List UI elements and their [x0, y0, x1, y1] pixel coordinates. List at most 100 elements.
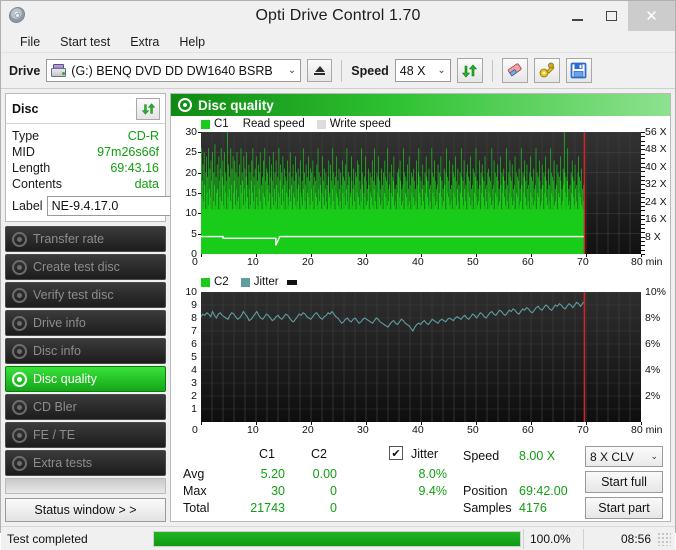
status-window-button[interactable]: Status window > >: [5, 498, 166, 522]
disc-refresh-button[interactable]: [136, 98, 160, 120]
jitter-checkbox[interactable]: ✔: [389, 446, 403, 460]
y2-minor-tick: [641, 162, 645, 164]
start-full-button[interactable]: Start full: [585, 471, 663, 493]
refresh-button[interactable]: [456, 58, 483, 83]
y-tick-label: 10: [185, 286, 197, 298]
disc-info-rows: Type CD-R MID 97m26s66f Length 69:43.16 …: [6, 124, 238, 221]
eject-button[interactable]: [307, 59, 333, 82]
sidebar-nav: Transfer rate Create test disc Verify te…: [5, 226, 166, 476]
sidebar-item-verify-test-disc[interactable]: Verify test disc: [5, 282, 166, 308]
erase-button[interactable]: [501, 58, 528, 83]
menu-item-start-test[interactable]: Start test: [51, 33, 119, 51]
y2-minor-tick: [641, 214, 645, 216]
save-button[interactable]: [565, 58, 592, 83]
y2-minor-tick: [641, 175, 645, 177]
sidebar-item-label: FE / TE: [33, 428, 76, 442]
minimize-button[interactable]: [560, 1, 594, 31]
content-header: Disc quality: [171, 94, 670, 116]
x-tick: [311, 422, 312, 425]
content-header-title: Disc quality: [198, 97, 274, 113]
disc-row-key: MID: [12, 145, 35, 159]
sidebar-item-cd-bler[interactable]: CD Bler: [5, 394, 166, 420]
sidebar-item-label: Verify test disc: [33, 288, 114, 302]
eject-icon: [314, 66, 325, 72]
menu-item-extra[interactable]: Extra: [121, 33, 168, 51]
start-part-button[interactable]: Start part: [585, 497, 663, 519]
tools-icon: [539, 62, 555, 78]
disc-info-header: Disc: [6, 94, 165, 124]
toolbar: Drive (G:) BENQ DVD DD DW1640 BSRB ⌄ Spe…: [1, 53, 675, 89]
legend-swatch-c1: [201, 119, 210, 129]
sidebar-item-extra-tests[interactable]: Extra tests: [5, 450, 166, 476]
resize-grip-icon[interactable]: [657, 531, 671, 546]
x-tick-label: 10: [247, 256, 259, 268]
tools-button[interactable]: [533, 58, 560, 83]
close-button[interactable]: ✕: [628, 1, 675, 31]
y-tick: [198, 172, 201, 174]
disc-quality-icon: [178, 98, 192, 112]
sidebar-item-create-test-disc[interactable]: Create test disc: [5, 254, 166, 280]
chart-c2-jitter[interactable]: [201, 292, 641, 422]
drive-select[interactable]: (G:) BENQ DVD DD DW1640 BSRB ⌄: [46, 59, 302, 82]
y2-minor-tick: [641, 166, 645, 168]
sidebar-item-drive-info[interactable]: Drive info: [5, 310, 166, 336]
chart-c1-read-speed[interactable]: [201, 132, 641, 254]
sidebar-item-label: Extra tests: [33, 456, 93, 470]
sidebar-item-label: Drive info: [33, 316, 86, 330]
check-icon: ✔: [391, 447, 401, 460]
menu-item-file[interactable]: File: [11, 33, 49, 51]
sidebar-item-fe-te[interactable]: FE / TE: [5, 422, 166, 448]
stats-row-max-c2: 0: [330, 484, 337, 498]
speed-select[interactable]: 48 X ⌄: [394, 59, 451, 82]
disc-row-mid: MID 97m26s66f: [12, 144, 159, 160]
legend-label-write-speed: Write speed: [329, 118, 391, 130]
y-tick-label: 15: [185, 187, 197, 199]
window-controls: ✕: [560, 1, 675, 31]
y2-tick-label: 56 X: [645, 126, 667, 138]
legend-swatch-jitter: [240, 277, 250, 287]
y2-minor-tick: [641, 201, 645, 203]
y2-minor-tick: [641, 136, 645, 138]
x-tick-label: 60: [522, 424, 534, 436]
legend-swatch-c2: [201, 277, 210, 287]
disc-row-type: Type CD-R: [12, 128, 159, 144]
save-icon: [570, 62, 587, 79]
sidebar-item-transfer-rate[interactable]: Transfer rate: [5, 226, 166, 252]
x-tick: [586, 422, 587, 425]
y-tick: [198, 233, 201, 235]
disc-label-row: Label: [12, 195, 238, 216]
x-tick-label: 60: [522, 256, 534, 268]
y2-tick-label: 8%: [645, 312, 661, 324]
y-tick-label: 6: [191, 338, 197, 350]
menu-item-help[interactable]: Help: [170, 33, 214, 51]
sidebar-item-disc-quality[interactable]: Disc quality: [5, 366, 166, 392]
disc-row-length: Length 69:43.16: [12, 160, 159, 176]
y-tick-label: 30: [185, 126, 197, 138]
disc-icon: [12, 455, 27, 471]
disc-row-key: Length: [12, 161, 51, 175]
write-speed-select[interactable]: 8 X CLV ⌄: [585, 446, 663, 467]
y2-minor-tick: [641, 153, 645, 155]
stats-row-max-key: Max: [183, 484, 207, 498]
x-tick: [476, 254, 477, 257]
stats-samples-value: 4176: [519, 501, 547, 515]
title-bar: Opti Drive Control 1.70 ✕: [1, 1, 675, 31]
stats-speed-key: Speed: [463, 449, 500, 463]
legend-label-c1: C1: [214, 118, 229, 130]
y2-minor-tick: [641, 245, 645, 247]
x-tick: [421, 254, 422, 257]
status-bar: Test completed 100.0% 08:56: [1, 526, 675, 550]
menu-bar: File Start test Extra Help: [1, 31, 675, 53]
sidebar-item-disc-info[interactable]: Disc info: [5, 338, 166, 364]
chevron-down-icon: ⌄: [287, 65, 297, 76]
maximize-button[interactable]: [594, 1, 628, 31]
x-tick-label: 50: [467, 256, 479, 268]
x-tick: [366, 254, 367, 257]
status-message: Test completed: [7, 531, 88, 546]
y-tick-label: 9: [191, 299, 197, 311]
x-tick: [641, 254, 642, 257]
speed-select-value: 48 X: [399, 63, 426, 78]
x-tick-label: 0: [192, 424, 198, 436]
x-tick: [201, 422, 202, 425]
y2-tick-label: 6%: [645, 338, 661, 350]
